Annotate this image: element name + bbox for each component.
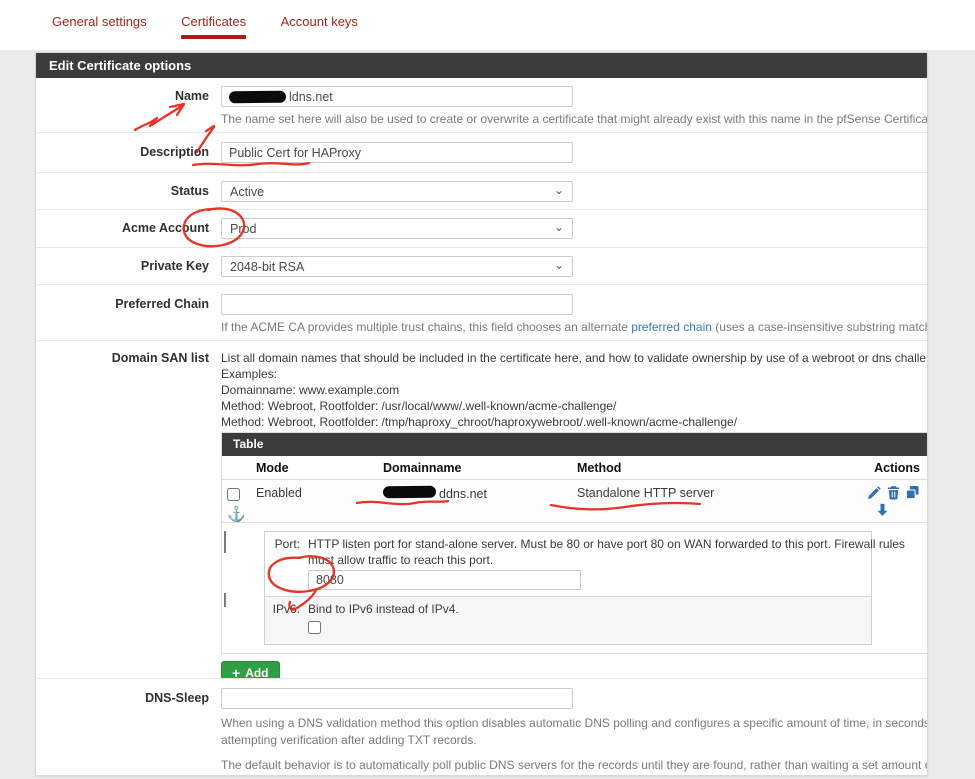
form-group-private-key: Private Key 2048-bit RSA ⌄ (36, 248, 927, 285)
intro-line: Examples: (221, 367, 278, 381)
form-group-name: Name ldns.net The name set here will als… (36, 78, 927, 133)
form-group-preferred-chain: Preferred Chain If the ACME CA provides … (36, 285, 927, 341)
method-settings-box: Port: HTTP listen port for stand-alone s… (264, 531, 905, 645)
col-header-actions: Actions (874, 461, 920, 475)
form-group-acme-account: Acme Account Prod ⌄ (36, 210, 927, 248)
intro-line: Method: Webroot, Rootfolder: /tmp/haprox… (221, 415, 738, 429)
tab-certificates[interactable]: Certificates (167, 14, 260, 39)
ipv6-description: Bind to IPv6 instead of IPv4. (308, 602, 459, 616)
col-header-domainname: Domainname (383, 461, 462, 475)
status-value: Active (230, 184, 265, 199)
anchor-icon[interactable]: ⚓ (227, 507, 246, 522)
row-actions (857, 480, 927, 522)
tab-bar: General settings Certificates Account ke… (0, 0, 975, 50)
col-header-method: Method (577, 461, 622, 475)
domain-san-label: Domain SAN list (111, 351, 209, 365)
port-description: HTTP listen port for stand-alone server.… (308, 537, 905, 551)
name-input[interactable]: ldns.net (221, 86, 573, 107)
dns-sleep-help-2: The default behavior is to automatically… (221, 758, 927, 772)
plus-icon: + (232, 664, 241, 679)
tab-label: General settings (52, 14, 147, 29)
intro-line: List all domain names that should be inc… (221, 351, 927, 365)
dns-sleep-help: When using a DNS validation method this … (221, 715, 927, 748)
col-spacer (222, 456, 256, 479)
domain-value: ddns.net (439, 487, 487, 501)
san-table: Table Mode Domainname Method Actions ⚓ E… (221, 432, 927, 654)
edit-certificate-panel: Edit Certificate options Name ldns.net T… (35, 52, 928, 776)
domainname-cell: ddns.net (382, 480, 577, 522)
col-header-mode: Mode (256, 461, 289, 475)
form-group-description: Description (36, 133, 927, 173)
port-section: Port: HTTP listen port for stand-alone s… (265, 532, 905, 596)
preferred-chain-link[interactable]: preferred chain (631, 320, 712, 334)
port-input[interactable] (308, 570, 581, 590)
tab-general-settings[interactable]: General settings (38, 14, 161, 29)
form-group-status: Status Active ⌄ (36, 173, 927, 210)
cell-border-mark (224, 593, 226, 607)
preferred-chain-help: If the ACME CA provides multiple trust c… (221, 320, 927, 334)
preferred-chain-input[interactable] (221, 294, 573, 315)
mode-cell: Enabled (256, 486, 302, 500)
preferred-chain-label: Preferred Chain (115, 297, 209, 311)
move-down-icon[interactable] (875, 502, 927, 517)
chevron-down-icon: ⌄ (553, 182, 564, 197)
tab-label: Account keys (280, 14, 358, 29)
panel-header: Edit Certificate options (36, 53, 927, 78)
ipv6-section: IPv6: Bind to IPv6 instead of IPv4. (265, 596, 871, 644)
help-text: (uses a case-insensitive substring match… (711, 320, 927, 334)
redaction-mark (228, 90, 287, 103)
acme-account-label: Acme Account (121, 221, 209, 235)
add-button[interactable]: + Add (221, 660, 280, 679)
san-table-title: Table (222, 433, 927, 456)
private-key-select[interactable]: 2048-bit RSA ⌄ (221, 256, 573, 277)
acme-account-value: Prod (230, 221, 257, 236)
cell-border-mark (224, 531, 226, 553)
description-label: Description (140, 145, 209, 159)
chevron-down-icon: ⌄ (553, 219, 564, 234)
name-label: Name (174, 89, 209, 103)
dns-sleep-label: DNS-Sleep (145, 691, 209, 705)
port-description: must allow traffic to reach this port. (308, 552, 494, 567)
delete-icon[interactable] (886, 485, 901, 500)
redaction-mark (382, 485, 437, 499)
move-up-icon[interactable] (924, 485, 927, 500)
tab-account-keys[interactable]: Account keys (267, 14, 372, 29)
copy-icon[interactable] (905, 485, 920, 500)
help-text: When using a DNS validation method this … (221, 716, 927, 730)
status-select[interactable]: Active ⌄ (221, 181, 573, 202)
intro-line: Method: Webroot, Rootfolder: /usr/local/… (221, 399, 617, 413)
row-select-checkbox[interactable] (227, 488, 240, 501)
add-button-label: Add (245, 665, 269, 679)
acme-account-select[interactable]: Prod ⌄ (221, 218, 573, 239)
help-text: If the ACME CA provides multiple trust c… (221, 320, 632, 334)
page-root: General settings Certificates Account ke… (0, 0, 975, 779)
chevron-down-icon: ⌄ (553, 257, 564, 272)
ipv6-label: IPv6: (272, 602, 300, 616)
tab-label: Certificates (181, 14, 247, 29)
ipv6-checkbox[interactable] (308, 620, 321, 634)
name-value: ldns.net (289, 89, 333, 104)
name-help: The name set here will also be used to c… (221, 112, 927, 126)
method-cell: Standalone HTTP server (577, 486, 715, 500)
dns-sleep-input[interactable] (221, 688, 573, 709)
table-row: ⚓ Enabled ddns.net Standalone HTTP serve… (222, 480, 927, 523)
domain-san-intro: List all domain names that should be inc… (221, 350, 927, 430)
description-input[interactable] (221, 142, 573, 163)
row-settings-area: Port: HTTP listen port for stand-alone s… (222, 523, 927, 653)
help-text: attempting verification after adding TXT… (221, 732, 477, 747)
private-key-value: 2048-bit RSA (230, 259, 305, 274)
form-group-dns-sleep: DNS-Sleep When using a DNS validation me… (36, 679, 927, 775)
intro-line: Domainname: www.example.com (221, 383, 400, 397)
private-key-label: Private Key (140, 259, 209, 273)
form-group-domain-san: Domain SAN list List all domain names th… (36, 341, 927, 679)
san-table-header-row: Mode Domainname Method Actions (222, 456, 927, 480)
port-label: Port: (274, 537, 300, 551)
edit-icon[interactable] (867, 485, 882, 500)
status-label: Status (170, 184, 209, 198)
